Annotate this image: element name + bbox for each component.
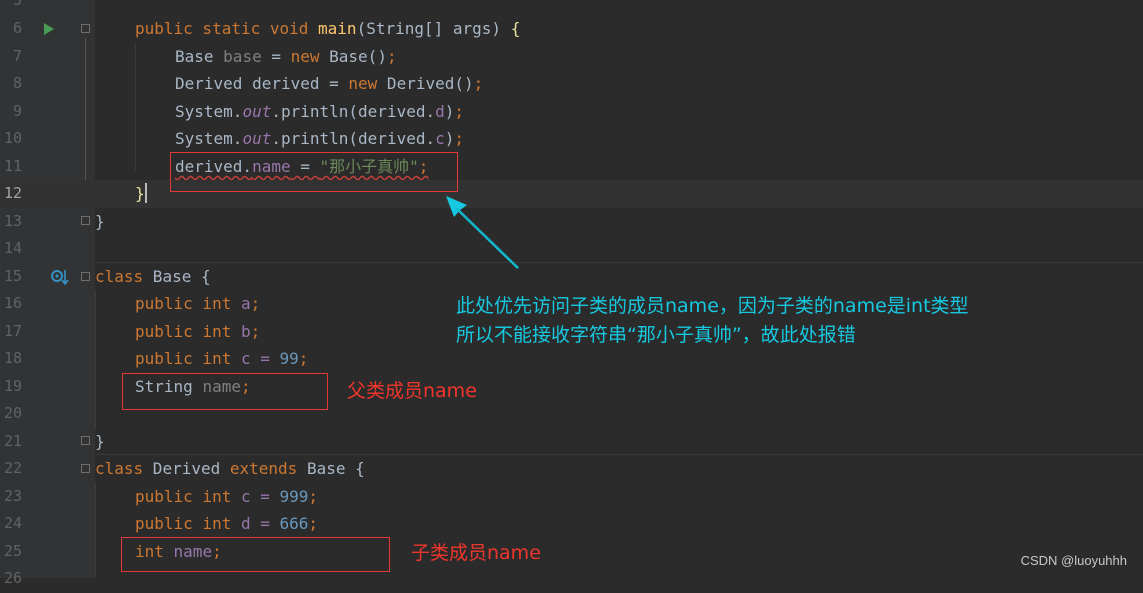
code-line[interactable]: 6 public static void main(String[] args)… bbox=[0, 15, 1143, 43]
main-method-signature: public static void main(String[] args) { bbox=[135, 19, 521, 38]
code-line[interactable]: 21 } bbox=[0, 428, 1143, 456]
code-text: public int c = 999; bbox=[135, 487, 319, 506]
highlight-box-parent-name bbox=[122, 373, 328, 410]
code-line[interactable]: 9 System.out.println(derived.d); bbox=[0, 98, 1143, 126]
annotation-arrow bbox=[446, 196, 520, 269]
code-line[interactable]: 7 Base base = new Base(); bbox=[0, 43, 1143, 71]
line-number: 19 bbox=[3, 377, 22, 395]
closing-brace: } bbox=[135, 184, 145, 203]
text-caret bbox=[145, 183, 147, 203]
line-number: 11 bbox=[3, 157, 22, 175]
line-number: 17 bbox=[3, 322, 22, 340]
line-number: 15 bbox=[3, 267, 22, 285]
code-line[interactable]: 22 class Derived extends Base { bbox=[0, 455, 1143, 483]
highlight-box-child-name bbox=[121, 537, 390, 572]
code-line[interactable]: 10 System.out.println(derived.c); bbox=[0, 125, 1143, 153]
line-number: 6 bbox=[12, 19, 22, 37]
code-text: public int b; bbox=[135, 322, 261, 341]
code-line[interactable]: 8 Derived derived = new Derived(); bbox=[0, 70, 1143, 98]
line-number: 10 bbox=[3, 129, 22, 147]
line-number: 12 bbox=[3, 184, 22, 202]
class-derived-declaration: class Derived extends Base { bbox=[95, 459, 365, 478]
line-number: 8 bbox=[12, 74, 22, 92]
annotation-explanation-line-2: 所以不能接收字符串“那小子真帅”，故此处报错 bbox=[456, 324, 856, 346]
line-number: 7 bbox=[12, 47, 22, 65]
line-number: 20 bbox=[3, 404, 22, 422]
line-number: 9 bbox=[12, 102, 22, 120]
code-line[interactable]: 18 public int c = 99; bbox=[0, 345, 1143, 373]
line-number: 26 bbox=[3, 569, 22, 587]
line-number: 23 bbox=[3, 487, 22, 505]
code-text: Base base = new Base(); bbox=[175, 47, 397, 66]
code-text: public int a; bbox=[135, 294, 261, 313]
line-number: 16 bbox=[3, 294, 22, 312]
annotation-child-member: 子类成员name bbox=[411, 542, 541, 564]
line-number: 5 bbox=[12, 0, 22, 9]
line-number: 14 bbox=[3, 239, 22, 257]
annotation-parent-member: 父类成员name bbox=[347, 380, 477, 402]
code-text: System.out.println(derived.c); bbox=[175, 129, 465, 148]
line-number: 25 bbox=[3, 542, 22, 560]
code-line[interactable]: 13 } bbox=[0, 208, 1143, 236]
line-number: 21 bbox=[3, 432, 22, 450]
code-text: System.out.println(derived.d); bbox=[175, 102, 465, 121]
code-line[interactable]: 15 class Base { bbox=[0, 263, 1143, 291]
watermark: CSDN @luoyuhhh bbox=[1020, 553, 1127, 568]
line-number: 18 bbox=[3, 349, 22, 367]
highlight-box-error-line bbox=[170, 152, 458, 192]
code-text: public int d = 666; bbox=[135, 514, 319, 533]
annotation-explanation-line-1: 此处优先访问子类的成员name，因为子类的name是int类型 bbox=[456, 295, 969, 317]
class-base-declaration: class Base { bbox=[95, 267, 211, 286]
code-line[interactable]: 24 public int d = 666; bbox=[0, 510, 1143, 538]
code-text: public int c = 99; bbox=[135, 349, 309, 368]
code-text: Derived derived = new Derived(); bbox=[175, 74, 484, 93]
code-line[interactable]: 23 public int c = 999; bbox=[0, 483, 1143, 511]
closing-brace: } bbox=[95, 432, 105, 451]
line-number: 22 bbox=[3, 459, 22, 477]
line-number: 13 bbox=[3, 212, 22, 230]
closing-brace: } bbox=[95, 212, 105, 231]
code-line[interactable]: 14 bbox=[0, 235, 1143, 263]
code-line[interactable]: 5 bbox=[0, 0, 1143, 15]
line-number: 24 bbox=[3, 514, 22, 532]
